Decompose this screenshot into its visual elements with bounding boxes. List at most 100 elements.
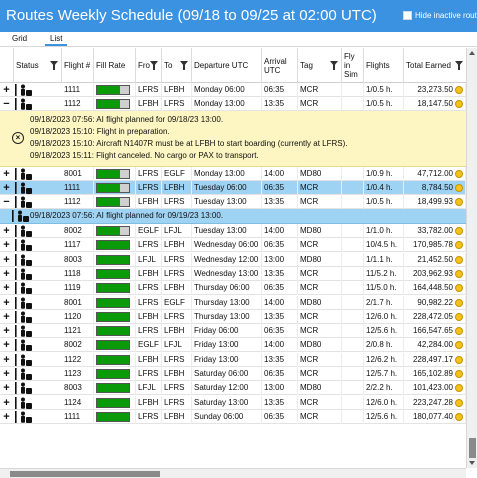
table-row[interactable]: +8001 LFRS EGLF Thursday 13:00 14:00 MD80 2/1.… — [0, 295, 466, 310]
collapse-icon[interactable]: − — [2, 195, 11, 209]
cell-flight: 1123 — [62, 367, 94, 381]
cell-to: LFRS — [162, 195, 192, 209]
expand-icon[interactable]: + — [2, 296, 11, 310]
table-row[interactable]: +1111 LFRS LFBH Monday 06:00 06:35 MCR 1/0.5 h… — [0, 83, 466, 97]
cell-from: LFBH — [136, 395, 162, 410]
table-row[interactable]: − 1112 LFBH LFRS Tuesday 13:00 13:35 MCR 1/0.5 … — [0, 195, 466, 209]
passenger-status-icon — [15, 225, 37, 237]
fill-rate-gauge — [96, 85, 130, 95]
fill-rate-level — [97, 255, 129, 264]
header-fill-rate[interactable]: Fill Rate — [94, 48, 136, 83]
cell-to: LFRS — [162, 381, 192, 396]
expand-icon[interactable]: + — [2, 324, 11, 338]
fill-rate-level — [97, 86, 121, 94]
filter-icon[interactable] — [330, 61, 338, 70]
table-row[interactable]: +8001 LFRS EGLF Monday 13:00 14:00 MD80 1/0.9 … — [0, 167, 466, 181]
total-earned-value: 23,273.50 — [417, 85, 453, 94]
cell-sim — [342, 181, 364, 195]
scroll-up-icon[interactable] — [469, 51, 475, 55]
table-row[interactable]: +1118 LFBH LFRS Wednesday 13:00 13:35 MCR 11/5… — [0, 266, 466, 281]
scroll-down-icon[interactable] — [469, 461, 475, 465]
table-row[interactable]: +8002 EGLF LFJL Friday 13:00 14:00 MD80 2/0.8 … — [0, 338, 466, 353]
schedule-grid: Status Flight # Fill Rate Fro To Departu… — [0, 48, 466, 468]
horizontal-scrollbar[interactable] — [0, 468, 466, 478]
vertical-scrollbar[interactable] — [466, 48, 477, 468]
header-flight[interactable]: Flight # — [62, 48, 94, 83]
header-tag[interactable]: Tag — [298, 48, 342, 83]
fill-rate-level — [97, 269, 129, 278]
cell-sim — [342, 238, 364, 253]
table-row[interactable]: +1124 LFBH LFRS Saturday 13:00 13:35 MCR 12/6.… — [0, 395, 466, 410]
horizontal-scroll-thumb[interactable] — [10, 471, 160, 477]
expand-icon[interactable]: + — [2, 167, 11, 181]
cell-sim — [342, 252, 364, 267]
expand-icon[interactable]: + — [2, 410, 11, 424]
table-row[interactable]: +8002 EGLF LFJL Tuesday 13:00 14:00 MD80 1/1.0… — [0, 224, 466, 238]
tab-list[interactable]: List — [44, 34, 69, 46]
table-row[interactable]: +1121 LFRS LFBH Friday 06:00 06:35 MCR 12/5.6 … — [0, 324, 466, 339]
collapse-icon[interactable]: − — [2, 97, 11, 111]
tab-grid[interactable]: Grid — [12, 34, 27, 43]
table-row[interactable]: +1122 LFBH LFRS Friday 13:00 13:35 MCR 12/6.2 … — [0, 352, 466, 367]
expand-icon[interactable]: + — [2, 181, 11, 195]
expand-icon[interactable]: + — [2, 396, 11, 410]
filter-icon[interactable] — [455, 61, 463, 70]
cell-to: LFRS — [162, 252, 192, 267]
header-departure[interactable]: Departure UTC — [192, 48, 262, 83]
expand-icon[interactable]: + — [2, 367, 11, 381]
cell-tag: MD80 — [298, 252, 342, 267]
table-row[interactable]: +1120 LFBH LFRS Thursday 13:00 13:35 MCR 12/6.… — [0, 309, 466, 324]
filter-icon[interactable] — [50, 61, 58, 70]
cell-flight: 1124 — [62, 395, 94, 410]
cell-arrival: 13:35 — [262, 97, 298, 111]
header-from[interactable]: Fro — [136, 48, 162, 83]
expand-icon[interactable]: + — [2, 267, 11, 281]
table-row[interactable]: +8003 LFJL LFRS Saturday 12:00 13:00 MD80 2/2.… — [0, 381, 466, 396]
filter-icon[interactable] — [150, 61, 158, 70]
header-fill-rate-label: Fill Rate — [96, 61, 126, 70]
passenger-status-icon — [15, 396, 37, 409]
header-to[interactable]: To — [162, 48, 192, 83]
table-row[interactable]: +1111 LFRS LFBH Tuesday 06:00 06:35 MCR 1/0.4 … — [0, 181, 466, 195]
coin-icon — [455, 412, 463, 421]
expand-icon[interactable]: + — [2, 83, 11, 97]
cell-earned: 18,147.50 — [404, 97, 466, 111]
table-row[interactable]: − 1112 LFBH LFRS Monday 13:00 13:35 MCR 1/0.5 h… — [0, 97, 466, 111]
cell-flights: 11/5.2 h. — [364, 266, 404, 281]
cell-earned: 33,782.00 — [404, 224, 466, 238]
cell-sim — [342, 281, 364, 296]
cell-flight: 8001 — [62, 295, 94, 310]
table-row[interactable]: +1111 LFRS LFBH Sunday 06:00 06:35 MCR 12/5.6 … — [0, 409, 466, 424]
expand-icon[interactable]: + — [2, 253, 11, 267]
coin-icon — [455, 398, 463, 407]
cell-earned: 228,472.05 — [404, 309, 466, 324]
table-row[interactable]: +1119 LFRS LFBH Thursday 06:00 06:35 MCR 11/5.… — [0, 281, 466, 296]
table-row[interactable]: +8003 LFJL LFRS Wednesday 12:00 13:00 MD80 1/1… — [0, 252, 466, 267]
expand-icon[interactable]: + — [2, 310, 11, 324]
expand-icon[interactable]: + — [2, 353, 11, 367]
expand-icon[interactable]: + — [2, 338, 11, 352]
hide-inactive-checkbox[interactable] — [403, 11, 412, 20]
header-total-earned[interactable]: Total Earned — [404, 48, 466, 83]
cell-flights: 1/1.1 h. — [364, 252, 404, 267]
fill-rate-bar — [94, 83, 136, 97]
expand-icon[interactable]: + — [2, 281, 11, 295]
grid-header: Status Flight # Fill Rate Fro To Departu… — [0, 48, 466, 83]
passenger-status-icon — [15, 382, 37, 395]
table-row[interactable]: +1123 LFRS LFBH Saturday 06:00 06:35 MCR 12/5.… — [0, 367, 466, 381]
table-row[interactable]: +1117 LFRS LFBH Wednesday 06:00 06:35 MCR 10/4… — [0, 238, 466, 253]
expand-icon[interactable]: + — [2, 381, 11, 395]
cell-departure: Monday 06:00 — [192, 83, 262, 97]
header-flights[interactable]: Flights — [364, 48, 404, 83]
expand-icon[interactable]: + — [2, 238, 11, 252]
header-arrival[interactable]: Arrival UTC — [262, 48, 298, 83]
expand-icon[interactable]: + — [2, 224, 11, 238]
vertical-scroll-thumb[interactable] — [469, 438, 476, 458]
cell-arrival: 06:35 — [262, 83, 298, 97]
filter-icon[interactable] — [180, 61, 188, 70]
header-status[interactable]: Status — [14, 48, 62, 83]
header-fly-in-sim[interactable]: Fly in Sim — [342, 48, 364, 83]
fill-rate-bar — [94, 395, 136, 410]
cell-tag: MCR — [298, 195, 342, 209]
fill-rate-bar — [94, 338, 136, 353]
